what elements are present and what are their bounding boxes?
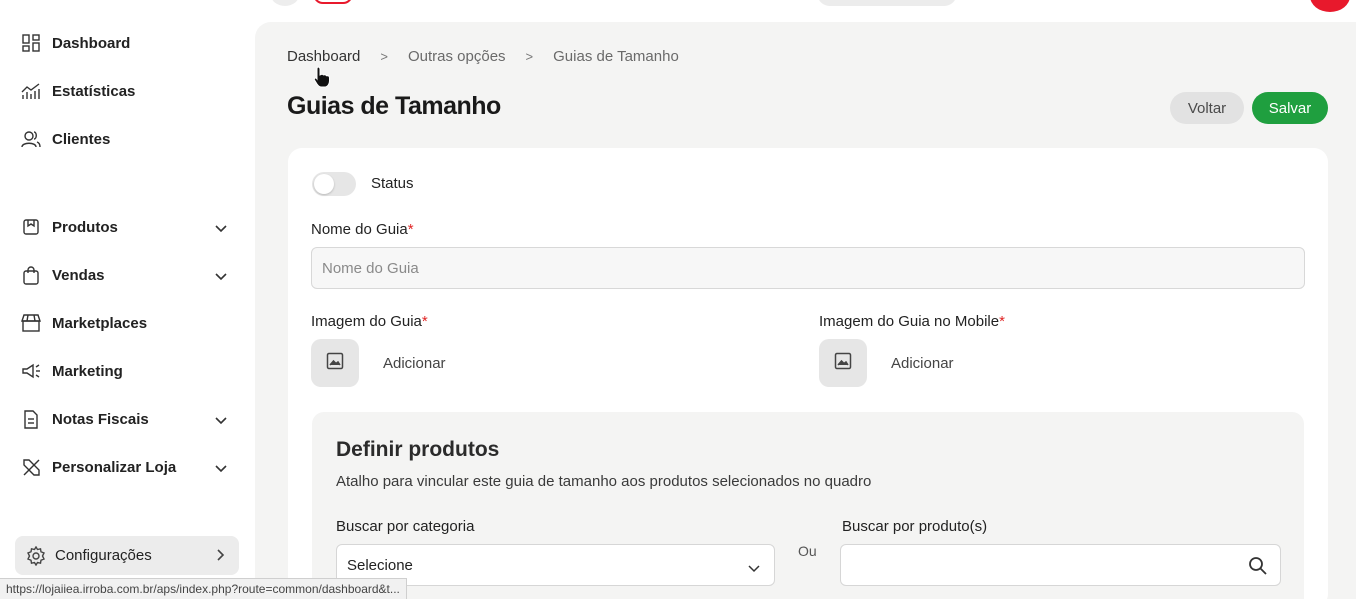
required-mark: *: [999, 313, 1005, 330]
save-button[interactable]: Salvar: [1252, 92, 1328, 124]
name-field-label: Nome do Guia*: [311, 221, 414, 238]
sidebar-item-vendas[interactable]: Vendas: [20, 260, 235, 290]
name-label-text: Nome do Guia: [311, 221, 408, 238]
users-icon: [20, 128, 42, 150]
breadcrumb: Dashboard > Outras opções > Guias de Tam…: [287, 48, 679, 65]
search-icon[interactable]: [1248, 556, 1268, 580]
image-upload-button[interactable]: [311, 339, 359, 387]
sidebar-item-personalizar-loja[interactable]: Personalizar Loja: [20, 452, 235, 482]
image-mobile-upload-button[interactable]: [819, 339, 867, 387]
image-mobile-field-label: Imagem do Guia no Mobile*: [819, 313, 1005, 330]
gear-icon: [25, 545, 47, 567]
sidebar-item-clientes[interactable]: Clientes: [20, 124, 235, 154]
or-separator: Ou: [798, 543, 817, 559]
chevron-down-icon[interactable]: [215, 460, 227, 477]
add-image-link[interactable]: Adicionar: [383, 355, 446, 372]
chevron-down-icon[interactable]: [215, 220, 227, 237]
chevron-right-icon: >: [380, 49, 388, 64]
define-products-title: Definir produtos: [336, 438, 500, 461]
image-label-text: Imagem do Guia: [311, 313, 422, 330]
chevron-down-icon[interactable]: [215, 268, 227, 285]
sidebar-item-dashboard[interactable]: Dashboard: [20, 28, 235, 58]
category-select-value: Selecione: [347, 556, 413, 574]
sidebar-item-label: Estatísticas: [52, 82, 136, 100]
chevron-down-icon[interactable]: [215, 412, 227, 429]
status-toggle[interactable]: [312, 172, 356, 196]
chevron-down-icon: [748, 560, 760, 577]
define-products-description: Atalho para vincular este guia de tamanh…: [336, 473, 872, 490]
sidebar-item-configuracoes[interactable]: Configurações: [15, 536, 239, 575]
sidebar-item-produtos[interactable]: Produtos: [20, 212, 235, 242]
image-icon: [834, 352, 852, 374]
sidebar-item-label: Produtos: [52, 218, 118, 236]
required-mark: *: [407, 221, 414, 238]
megaphone-icon: [20, 360, 42, 382]
shopping-bag-icon: [20, 264, 42, 286]
breadcrumb-link-outras-opcoes[interactable]: Outras opções: [408, 48, 506, 65]
define-products-panel: Definir produtos Atalho para vincular es…: [312, 412, 1304, 599]
tools-icon: [20, 456, 42, 478]
size-guide-form-card: Status Nome do Guia* Imagem do Guia* Adi…: [288, 148, 1328, 599]
main-content: Dashboard > Outras opções > Guias de Tam…: [255, 22, 1356, 599]
store-icon: [20, 312, 42, 334]
user-avatar[interactable]: [1310, 0, 1350, 12]
page-title: Guias de Tamanho: [287, 92, 501, 120]
menu-toggle-button[interactable]: [271, 0, 299, 6]
sidebar-item-marketplaces[interactable]: Marketplaces: [20, 308, 235, 338]
document-icon: [20, 408, 42, 430]
sidebar-item-label: Marketing: [52, 362, 123, 380]
sidebar-item-label: Clientes: [52, 130, 111, 148]
back-button[interactable]: Voltar: [1170, 92, 1244, 124]
browser-status-url: https://lojaiiea.irroba.com.br/aps/index…: [0, 578, 407, 599]
sidebar-item-label: Configurações: [55, 547, 152, 564]
sidebar: Dashboard Estatísticas Clientes Produtos…: [0, 0, 255, 599]
hand-cursor-icon: [313, 66, 331, 92]
image-icon: [326, 352, 344, 374]
sidebar-item-marketing[interactable]: Marketing: [20, 356, 235, 386]
sidebar-item-label: Notas Fiscais: [52, 410, 149, 428]
box-icon: [20, 216, 42, 238]
chevron-right-icon: >: [525, 49, 534, 64]
store-badge[interactable]: [313, 0, 353, 4]
product-search-input[interactable]: [840, 544, 1281, 586]
image-field-label: Imagem do Guia*: [311, 313, 428, 330]
guide-name-input[interactable]: [311, 247, 1305, 289]
category-search-label: Buscar por categoria: [336, 518, 475, 535]
chevron-right-icon: [217, 548, 225, 565]
dashboard-grid-icon: [20, 32, 42, 54]
chart-line-icon: [20, 80, 42, 102]
image-mobile-label-text: Imagem do Guia no Mobile: [819, 313, 1000, 330]
sidebar-item-label: Personalizar Loja: [52, 458, 177, 476]
required-mark: *: [421, 313, 428, 330]
top-search-input[interactable]: [817, 0, 957, 6]
toggle-knob: [314, 174, 334, 194]
sidebar-item-label: Dashboard: [52, 34, 131, 52]
add-image-mobile-link[interactable]: Adicionar: [891, 355, 954, 372]
breadcrumb-link-dashboard[interactable]: Dashboard: [287, 48, 360, 65]
product-search-label: Buscar por produto(s): [842, 518, 988, 535]
sidebar-item-notas-fiscais[interactable]: Notas Fiscais: [20, 404, 235, 434]
sidebar-item-estatisticas[interactable]: Estatísticas: [20, 76, 235, 106]
sidebar-item-label: Vendas: [52, 266, 105, 284]
breadcrumb-current: Guias de Tamanho: [553, 48, 679, 65]
status-label: Status: [371, 175, 414, 192]
sidebar-item-label: Marketplaces: [52, 314, 148, 332]
